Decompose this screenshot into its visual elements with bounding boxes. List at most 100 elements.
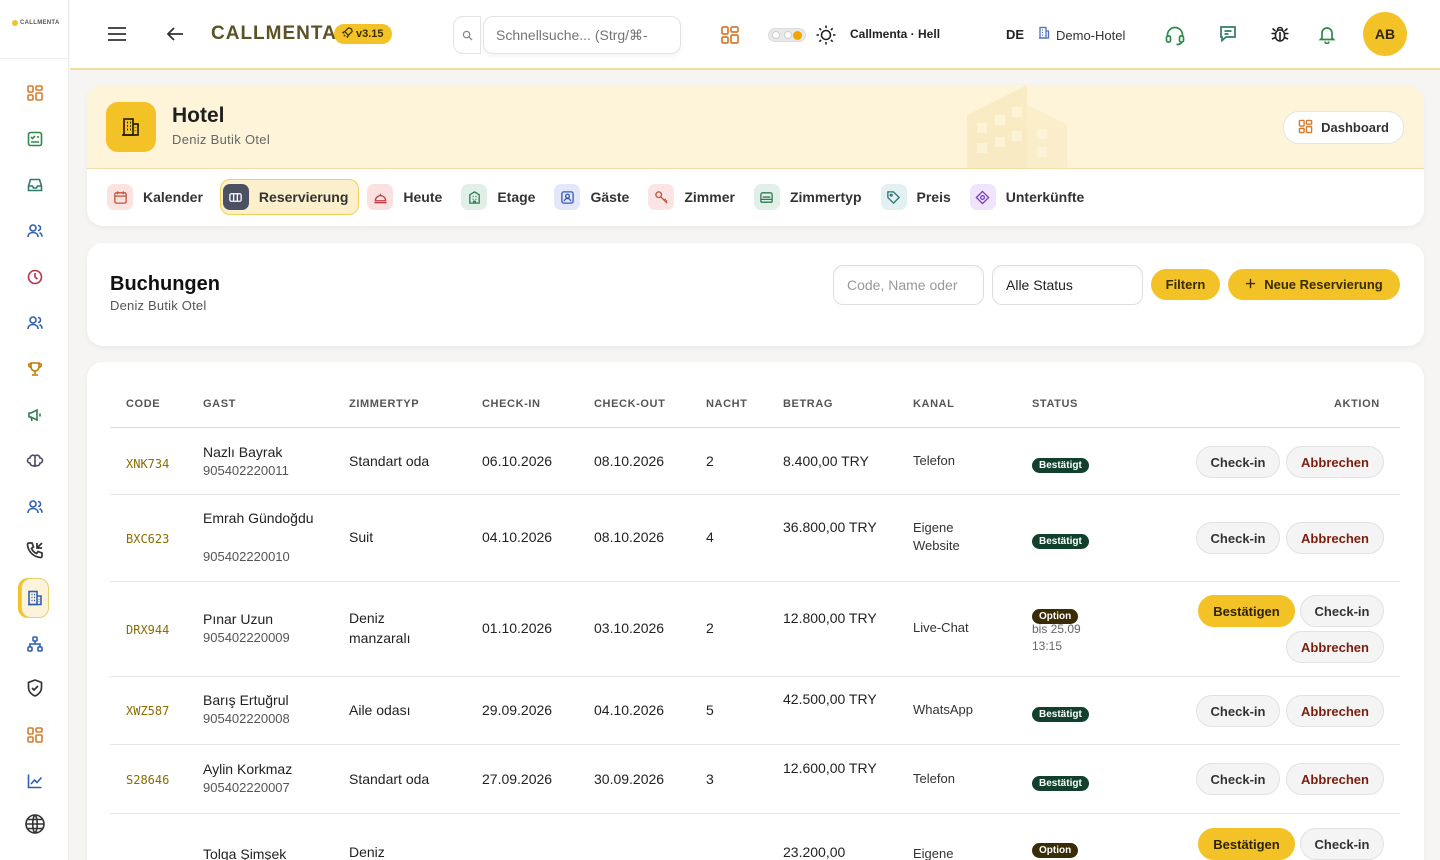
theme-toggle[interactable] bbox=[768, 28, 806, 42]
check-in-button[interactable]: Check-in bbox=[1300, 595, 1384, 627]
contacts-icon[interactable] bbox=[22, 494, 48, 520]
rocket-icon bbox=[341, 27, 353, 41]
amount: 12.600,00 TRY bbox=[783, 760, 877, 776]
status-badge: Bestätigt bbox=[1032, 776, 1089, 791]
check-in-button[interactable]: Check-in bbox=[1196, 446, 1280, 478]
guest-name: Pınar Uzun bbox=[203, 611, 274, 627]
cancel-button[interactable]: Abbrechen bbox=[1286, 522, 1384, 554]
column-header: KANAL bbox=[913, 398, 955, 410]
page-title: Hotel bbox=[172, 104, 225, 127]
sidebar-logo[interactable]: CALLMENTA bbox=[12, 20, 60, 26]
tab-preis[interactable]: Preis bbox=[879, 179, 962, 215]
booking-code[interactable]: XWZ587 bbox=[126, 701, 169, 721]
globe-icon[interactable] bbox=[22, 811, 48, 837]
confirm-button[interactable]: Bestätigen bbox=[1198, 595, 1295, 627]
column-header: NACHT bbox=[706, 398, 748, 410]
option-deadline: bis 25.09 13:15 bbox=[1032, 622, 1081, 653]
clock-icon[interactable] bbox=[22, 264, 48, 290]
hotel-nav-tabs: Kalender Reservierung Heute Etage Gäste bbox=[105, 179, 1101, 215]
tab-heute[interactable]: Heute bbox=[365, 179, 453, 215]
guest-name: Aylin Korkmaz bbox=[203, 761, 293, 777]
phone-incoming-icon[interactable] bbox=[22, 537, 48, 563]
check-in-button[interactable]: Check-in bbox=[1196, 763, 1280, 795]
status-select[interactable]: Alle Status bbox=[992, 265, 1143, 305]
check-out-date: 03.10.2026 bbox=[594, 620, 665, 636]
trophy-icon[interactable] bbox=[22, 356, 48, 382]
cancel-button[interactable]: Abbrechen bbox=[1286, 763, 1384, 795]
dashboard-button-label: Dashboard bbox=[1321, 120, 1389, 135]
users-icon[interactable] bbox=[22, 218, 48, 244]
chat-icon[interactable] bbox=[1218, 24, 1238, 44]
tab-kalender[interactable]: Kalender bbox=[105, 179, 214, 215]
sidebar: CALLMENTA bbox=[0, 0, 69, 860]
new-reservation-button[interactable]: Neue Reservierung bbox=[1228, 269, 1400, 300]
brand-name[interactable]: CALLMENTA bbox=[211, 23, 337, 45]
inbox-icon[interactable] bbox=[22, 172, 48, 198]
hierarchy-icon[interactable] bbox=[22, 631, 48, 657]
channel: Telefon bbox=[913, 771, 955, 786]
column-header: CHECK-OUT bbox=[594, 398, 666, 410]
back-arrow-icon[interactable] bbox=[166, 26, 184, 42]
check-in-button[interactable]: Check-in bbox=[1196, 695, 1280, 727]
check-in-button[interactable]: Check-in bbox=[1300, 828, 1384, 860]
search-icon[interactable] bbox=[453, 16, 481, 54]
tab-reservierung[interactable]: Reservierung bbox=[219, 179, 360, 215]
sidebar-divider bbox=[0, 58, 69, 59]
apps-grid-icon[interactable] bbox=[22, 722, 48, 748]
table-row: BXC623 Emrah Gündoğdu 905402220010 Suit … bbox=[110, 495, 1400, 582]
brain-icon[interactable] bbox=[22, 448, 48, 474]
column-header: ZIMMERTYP bbox=[349, 398, 420, 410]
column-header: CODE bbox=[126, 398, 161, 410]
cancel-button[interactable]: Abbrechen bbox=[1286, 631, 1384, 663]
diamond-icon bbox=[969, 184, 996, 210]
channel: WhatsApp bbox=[913, 702, 973, 717]
bug-icon[interactable] bbox=[1269, 23, 1291, 45]
hotel-selector[interactable]: Demo-Hotel bbox=[1038, 26, 1125, 44]
dashboard-grid-icon[interactable] bbox=[22, 80, 48, 106]
cancel-button[interactable]: Abbrechen bbox=[1286, 695, 1384, 727]
shield-check-icon[interactable] bbox=[22, 675, 48, 701]
booking-search-input[interactable]: Code, Name oder bbox=[833, 265, 984, 305]
version-label: v3.15 bbox=[356, 28, 384, 40]
team-icon[interactable] bbox=[22, 310, 48, 336]
check-out-date: 04.10.2026 bbox=[594, 702, 665, 718]
check-in-button[interactable]: Check-in bbox=[1196, 522, 1280, 554]
nights: 5 bbox=[706, 702, 714, 718]
tab-unterkuenfte[interactable]: Unterkünfte bbox=[968, 179, 1096, 215]
user-avatar[interactable]: AB bbox=[1363, 12, 1407, 56]
amount: 42.500,00 TRY bbox=[783, 691, 877, 707]
nights: 2 bbox=[706, 453, 714, 469]
dashboard-button[interactable]: Dashboard bbox=[1283, 111, 1404, 144]
support-headset-icon[interactable] bbox=[1164, 24, 1186, 46]
tab-zimmertyp[interactable]: Zimmertyp bbox=[752, 179, 873, 215]
booking-code[interactable]: BXC623 bbox=[126, 529, 169, 549]
filter-button[interactable]: Filtern bbox=[1151, 269, 1220, 300]
checklist-icon[interactable] bbox=[22, 126, 48, 152]
booking-code[interactable]: XNK734 bbox=[126, 454, 169, 474]
guest-name: Tolga Şimşek bbox=[203, 846, 287, 860]
cancel-button[interactable]: Abbrechen bbox=[1286, 446, 1384, 478]
tab-label: Kalender bbox=[143, 189, 203, 205]
hotel-selector-label: Demo-Hotel bbox=[1056, 27, 1126, 43]
table-row: XNK734 Nazlı Bayrak 905402220011 Standar… bbox=[110, 429, 1400, 495]
language-selector[interactable]: DE bbox=[1006, 27, 1024, 42]
sun-icon[interactable] bbox=[815, 24, 837, 46]
megaphone-icon[interactable] bbox=[22, 402, 48, 428]
table-row: DRX944 Pınar Uzun 905402220009 Deniz man… bbox=[110, 582, 1400, 677]
chart-line-icon[interactable] bbox=[22, 768, 48, 794]
check-out-date: 08.10.2026 bbox=[594, 529, 665, 545]
hotel-header-card: Hotel Deniz Butik Otel Dashboard Kalende… bbox=[87, 85, 1424, 226]
tab-etage[interactable]: Etage bbox=[459, 179, 546, 215]
booking-code[interactable]: S28646 bbox=[126, 770, 169, 790]
booking-code[interactable]: DRX944 bbox=[126, 620, 169, 640]
notification-bell-icon[interactable] bbox=[1317, 24, 1337, 44]
menu-icon[interactable] bbox=[107, 25, 127, 43]
tab-gaeste[interactable]: Gäste bbox=[552, 179, 640, 215]
quick-search-input[interactable] bbox=[496, 27, 656, 43]
confirm-button[interactable]: Bestätigen bbox=[1198, 828, 1295, 860]
amount: 8.400,00 TRY bbox=[783, 453, 869, 469]
apps-icon[interactable] bbox=[720, 25, 740, 45]
tab-zimmer[interactable]: Zimmer bbox=[646, 179, 746, 215]
guest-phone: 905402220010 bbox=[203, 549, 290, 564]
hotel-icon[interactable] bbox=[21, 578, 49, 618]
